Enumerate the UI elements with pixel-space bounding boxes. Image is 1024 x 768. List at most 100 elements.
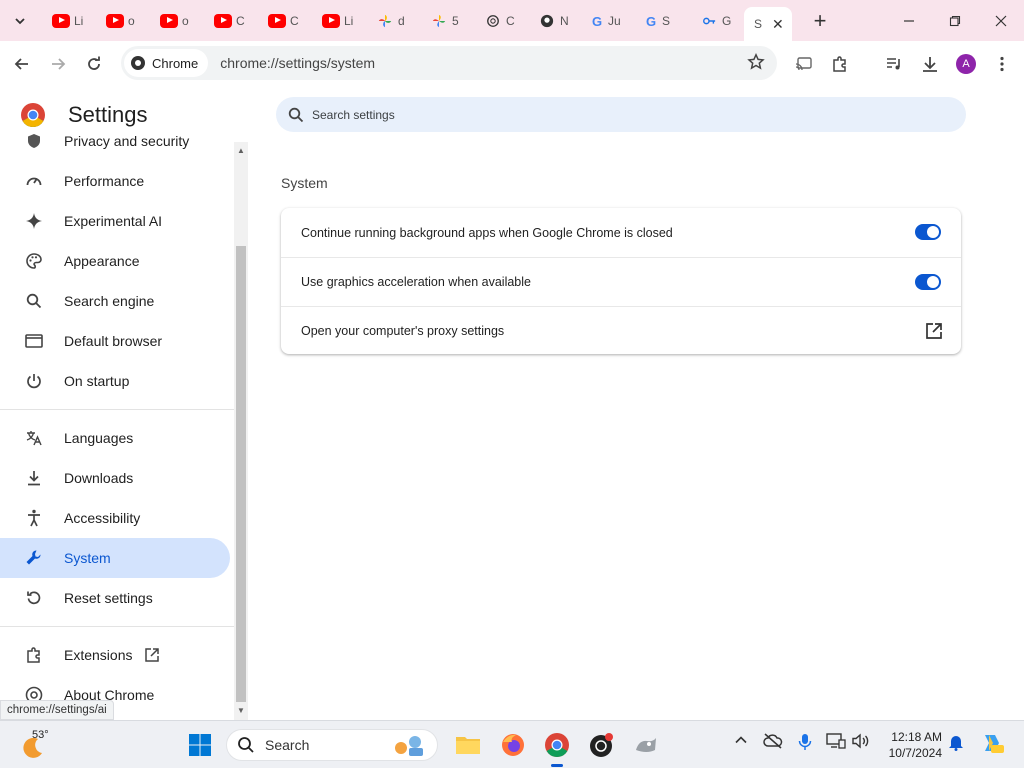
browser-tab[interactable]: d — [366, 5, 420, 37]
wrench-icon — [24, 548, 44, 568]
tab-title: C — [236, 13, 245, 28]
sidebar-item-label: Privacy and security — [64, 134, 190, 149]
copilot-pre-icon[interactable] — [980, 731, 1004, 758]
sidebar-scrollbar[interactable]: ▲ ▼ — [234, 142, 248, 720]
sidebar-item-label: Languages — [64, 430, 134, 446]
google-icon: G — [592, 13, 603, 29]
arrow-left-icon — [14, 57, 28, 70]
restore-button[interactable] — [932, 0, 978, 41]
search-highlight-icon — [395, 736, 423, 756]
scroll-up-arrow-icon[interactable]: ▲ — [237, 146, 245, 155]
sidebar-item-accessibility[interactable]: Accessibility — [0, 498, 230, 538]
close-icon — [995, 15, 1007, 26]
tab-title: Li — [74, 13, 84, 28]
address-bar[interactable]: Chrome chrome://settings/system — [121, 46, 777, 80]
sidebar-item-default-browser[interactable]: Default browser — [0, 321, 230, 361]
external-link-icon[interactable] — [925, 322, 943, 343]
file-explorer-icon[interactable] — [452, 729, 484, 761]
windows-logo-icon — [189, 734, 211, 756]
browser-tab[interactable]: G — [690, 5, 744, 37]
windows-taskbar: 53° Search 12:18 AM 10/7/2024 — [0, 720, 1024, 768]
section-title: System — [281, 175, 328, 191]
browser-tab[interactable]: o — [96, 5, 150, 37]
browser-tab[interactable]: Li — [312, 5, 366, 37]
sidebar-item-reset-settings[interactable]: Reset settings — [0, 578, 230, 618]
weather-widget[interactable]: 53° — [20, 727, 60, 763]
cast-icon[interactable] — [786, 41, 822, 86]
sidebar-item-languages[interactable]: Languages — [0, 418, 230, 458]
start-button[interactable] — [188, 733, 212, 762]
url-text[interactable]: chrome://settings/system — [220, 55, 375, 71]
obs-studio-icon[interactable] — [585, 729, 617, 761]
show-hidden-icons-chevron-icon[interactable] — [734, 733, 748, 750]
close-window-button[interactable] — [978, 0, 1024, 41]
profile-button[interactable]: A — [948, 41, 984, 86]
puzzle-icon — [24, 645, 44, 665]
scroll-down-arrow-icon[interactable]: ▼ — [237, 706, 245, 715]
scrollbar-thumb[interactable] — [236, 246, 246, 702]
download-icon — [24, 468, 44, 488]
google-icon: G — [646, 13, 657, 29]
sidebar-item-system[interactable]: System — [0, 538, 230, 578]
browser-tab[interactable]: N — [528, 5, 582, 37]
volume-icon[interactable] — [851, 733, 871, 752]
browser-tab[interactable]: o — [150, 5, 204, 37]
chrome-taskbar-icon[interactable] — [541, 729, 573, 767]
extensions-icon[interactable] — [822, 41, 858, 86]
browser-tab[interactable]: C — [474, 5, 528, 37]
reload-button[interactable] — [76, 46, 112, 82]
minimize-icon — [904, 19, 914, 22]
taskbar-clock[interactable]: 12:18 AM 10/7/2024 — [882, 729, 942, 761]
notification-bell-icon[interactable] — [948, 733, 964, 754]
sidebar-item-performance[interactable]: Performance — [0, 161, 230, 201]
setting-label: Open your computer's proxy settings — [301, 324, 505, 338]
site-info-chip[interactable]: Chrome — [124, 49, 209, 77]
network-icon[interactable] — [826, 733, 846, 752]
setting-label: Continue running background apps when Go… — [301, 225, 673, 240]
tab-search-button[interactable] — [6, 7, 34, 35]
sidebar-item-on-startup[interactable]: On startup — [0, 361, 230, 401]
background-apps-toggle[interactable] — [915, 224, 941, 240]
taskbar-search-box[interactable]: Search — [226, 729, 438, 761]
browser-tab[interactable]: C — [258, 5, 312, 37]
firefox-icon[interactable] — [497, 729, 529, 761]
back-button[interactable] — [4, 46, 40, 82]
microphone-icon[interactable] — [798, 733, 812, 754]
background-apps-row[interactable]: Continue running background apps when Go… — [281, 208, 961, 257]
tab-title: d — [398, 13, 405, 28]
sidebar-item-appearance[interactable]: Appearance — [0, 241, 230, 281]
graphics-acceleration-row[interactable]: Use graphics acceleration when available — [281, 257, 961, 306]
graphics-acceleration-toggle[interactable] — [915, 274, 941, 290]
browser-tab-active[interactable]: S ✕ — [744, 7, 792, 41]
close-tab-icon[interactable]: ✕ — [772, 16, 784, 33]
sidebar-item-label: Downloads — [64, 470, 134, 486]
proxy-settings-row[interactable]: Open your computer's proxy settings — [281, 306, 961, 355]
onedrive-offline-icon[interactable] — [763, 733, 783, 752]
browser-tab[interactable]: G S — [636, 5, 690, 37]
search-settings-input[interactable]: Search settings — [276, 97, 966, 132]
palette-icon — [24, 251, 44, 271]
sidebar-item-search-engine[interactable]: Search engine — [0, 281, 230, 321]
arrow-right-icon — [52, 57, 66, 70]
sidebar-item-experimental-ai[interactable]: Experimental AI — [0, 201, 230, 241]
youtube-icon — [106, 13, 124, 28]
browser-tab[interactable]: Li — [42, 5, 96, 37]
bookmark-star-icon[interactable] — [747, 52, 765, 76]
tab-title: S — [662, 13, 671, 28]
sidebar-item-privacy[interactable]: Privacy and security — [0, 134, 230, 161]
new-tab-button[interactable]: + — [806, 8, 834, 34]
download-icon[interactable] — [912, 41, 948, 86]
sidebar-item-downloads[interactable]: Downloads — [0, 458, 230, 498]
forward-button[interactable] — [40, 46, 76, 82]
media-control-icon[interactable] — [876, 41, 912, 86]
gimp-icon[interactable] — [630, 729, 662, 761]
browser-tab[interactable]: 5 — [420, 5, 474, 37]
tab-title: 5 — [452, 13, 459, 28]
minimize-button[interactable] — [886, 0, 932, 41]
sidebar-item-extensions[interactable]: Extensions — [0, 635, 230, 675]
reset-icon — [24, 588, 44, 608]
weather-temperature: 53° — [32, 729, 49, 741]
more-menu-icon[interactable] — [984, 41, 1020, 86]
browser-tab[interactable]: C — [204, 5, 258, 37]
browser-tab[interactable]: G Ju — [582, 5, 636, 37]
